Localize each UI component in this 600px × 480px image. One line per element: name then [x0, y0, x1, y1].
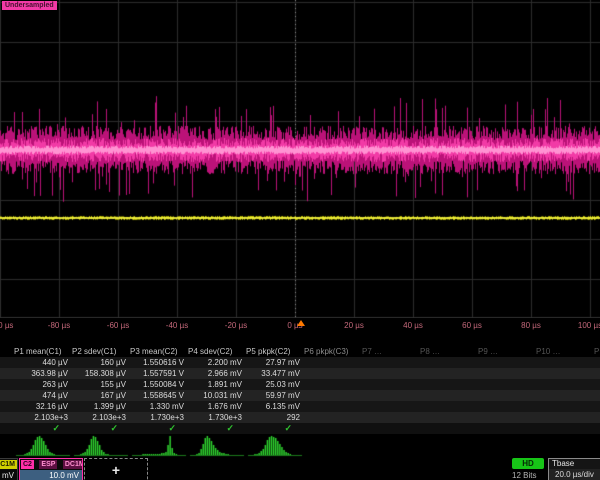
measure-header-cell[interactable]: P7 … [362, 346, 420, 357]
timebase-tick-label: 60 µs [462, 321, 482, 330]
measure-value-cell: 10.031 mV [188, 390, 246, 401]
trigger-time-marker-icon[interactable] [297, 320, 305, 326]
measure-header-cell[interactable]: P10 … [536, 346, 594, 357]
measure-header-cell[interactable]: P2 sdev(C1) [72, 346, 130, 357]
measure-header-cell[interactable]: P5 pkpk(C2) [246, 346, 304, 357]
measure-value-cell: 1.891 mV [188, 379, 246, 390]
hd-badge: HD [512, 458, 544, 469]
c1-coupling-chip: DC1M [0, 460, 17, 469]
histicon-P2[interactable] [72, 434, 130, 458]
measure-value-cell: 160 µV [72, 357, 130, 368]
status-check-icon: ✓ [188, 423, 246, 434]
c2-esp-badge: ESP [39, 460, 57, 469]
measure-header-cell[interactable]: P8 … [420, 346, 478, 357]
c2-scale-value: 10.0 mV [20, 470, 82, 480]
timebase-tick-label: -60 µs [107, 321, 129, 330]
measure-value-cell: 1.550084 V [130, 379, 188, 390]
timebase-tick-label: -40 µs [166, 321, 188, 330]
channel2-descriptor[interactable]: C2 ESP DC1M 10.0 mV [19, 458, 83, 480]
measure-value-cell: 2.103e+3 [72, 412, 130, 423]
tbase-value: 20.0 µs/div [549, 469, 600, 480]
measure-value-cell: 33.477 mV [246, 368, 304, 379]
histicon-P4[interactable] [188, 434, 246, 458]
timebase-tick-label: 20 µs [344, 321, 364, 330]
measure-value-cell: 1.330 mV [130, 401, 188, 412]
measure-value-cell: 2.966 mV [188, 368, 246, 379]
measure-value-cell: 1.550616 V [130, 357, 188, 368]
histicon-P3[interactable] [130, 434, 188, 458]
measure-table: P1 mean(C1)P2 sdev(C1)P3 mean(C2)P4 sdev… [0, 346, 600, 434]
timebase-descriptor[interactable]: Tbase 20.0 µs/div [548, 458, 600, 480]
measure-header-cell[interactable]: P3 mean(C2) [130, 346, 188, 357]
measure-value-cell: 1.399 µV [72, 401, 130, 412]
timebase-tick-label: -100 µs [0, 321, 13, 330]
measure-value-cell: 2.200 mV [188, 357, 246, 368]
measure-header-cell[interactable]: P11 [594, 346, 600, 357]
bottom-bar: DC1M 10.0 mV C2 ESP DC1M 10.0 mV + HD 12… [0, 458, 600, 480]
c2-label-chip: C2 [21, 460, 34, 469]
measure-value-cell: 25.03 mV [246, 379, 304, 390]
measure-value-cell: 6.135 mV [246, 401, 304, 412]
timebase-tick-label: -80 µs [48, 321, 70, 330]
waveform-display[interactable] [0, 0, 600, 318]
channel1-descriptor[interactable]: DC1M 10.0 mV [0, 458, 18, 480]
measure-value-cell: 440 µV [14, 357, 72, 368]
measure-value-cell: 1.676 mV [188, 401, 246, 412]
histicons-row [0, 434, 600, 458]
measure-value-cell: 474 µV [14, 390, 72, 401]
timebase-tick-label: 100 µs [578, 321, 600, 330]
status-check-icon: ✓ [130, 423, 188, 434]
oscilloscope-screen: Undersampled -100 µs -80 µs -60 µs -40 µs -2… [0, 0, 600, 480]
measure-value-cell: 1.730e+3 [188, 412, 246, 423]
status-check-icon: ✓ [14, 423, 72, 434]
measure-header-cell[interactable]: P1 mean(C1) [14, 346, 72, 357]
tbase-label: Tbase [549, 459, 600, 469]
plus-icon: + [112, 462, 120, 478]
status-check-icon: ✓ [246, 423, 304, 434]
measure-header-cell[interactable]: P4 sdev(C2) [188, 346, 246, 357]
measure-header-cell[interactable]: P6 pkpk(C3) [304, 346, 362, 357]
measure-value-cell: 363.98 µV [14, 368, 72, 379]
undersampled-indicator: Undersampled [2, 1, 57, 10]
measure-value-cell: 1.730e+3 [130, 412, 188, 423]
histicon-P1[interactable] [14, 434, 72, 458]
timebase-tick-label: 80 µs [521, 321, 541, 330]
measure-value-cell: 32.16 µV [14, 401, 72, 412]
measure-value-cell: 263 µV [14, 379, 72, 390]
timebase-tick-label: 40 µs [403, 321, 423, 330]
timebase-tick-label: -20 µs [225, 321, 247, 330]
hd-bits-label: 12 Bits [512, 471, 548, 480]
c2-coupling-badge: DC1M [63, 460, 82, 469]
measure-value-cell: 1.557591 V [130, 368, 188, 379]
measure-header-cell[interactable]: P9 … [478, 346, 536, 357]
histicon-P5[interactable] [246, 434, 304, 458]
c1-scale-value: 10.0 mV [0, 470, 17, 480]
measure-value-cell: 158.308 µV [72, 368, 130, 379]
measure-value-cell: 2.103e+3 [14, 412, 72, 423]
measure-value-cell: 155 µV [72, 379, 130, 390]
status-check-icon: ✓ [72, 423, 130, 434]
measure-value-cell: 27.97 mV [246, 357, 304, 368]
add-trace-box[interactable]: + [84, 458, 148, 480]
measure-value-cell: 167 µV [72, 390, 130, 401]
measure-value-cell: 1.558645 V [130, 390, 188, 401]
measure-value-cell: 292 [246, 412, 304, 423]
measure-value-cell: 59.97 mV [246, 390, 304, 401]
